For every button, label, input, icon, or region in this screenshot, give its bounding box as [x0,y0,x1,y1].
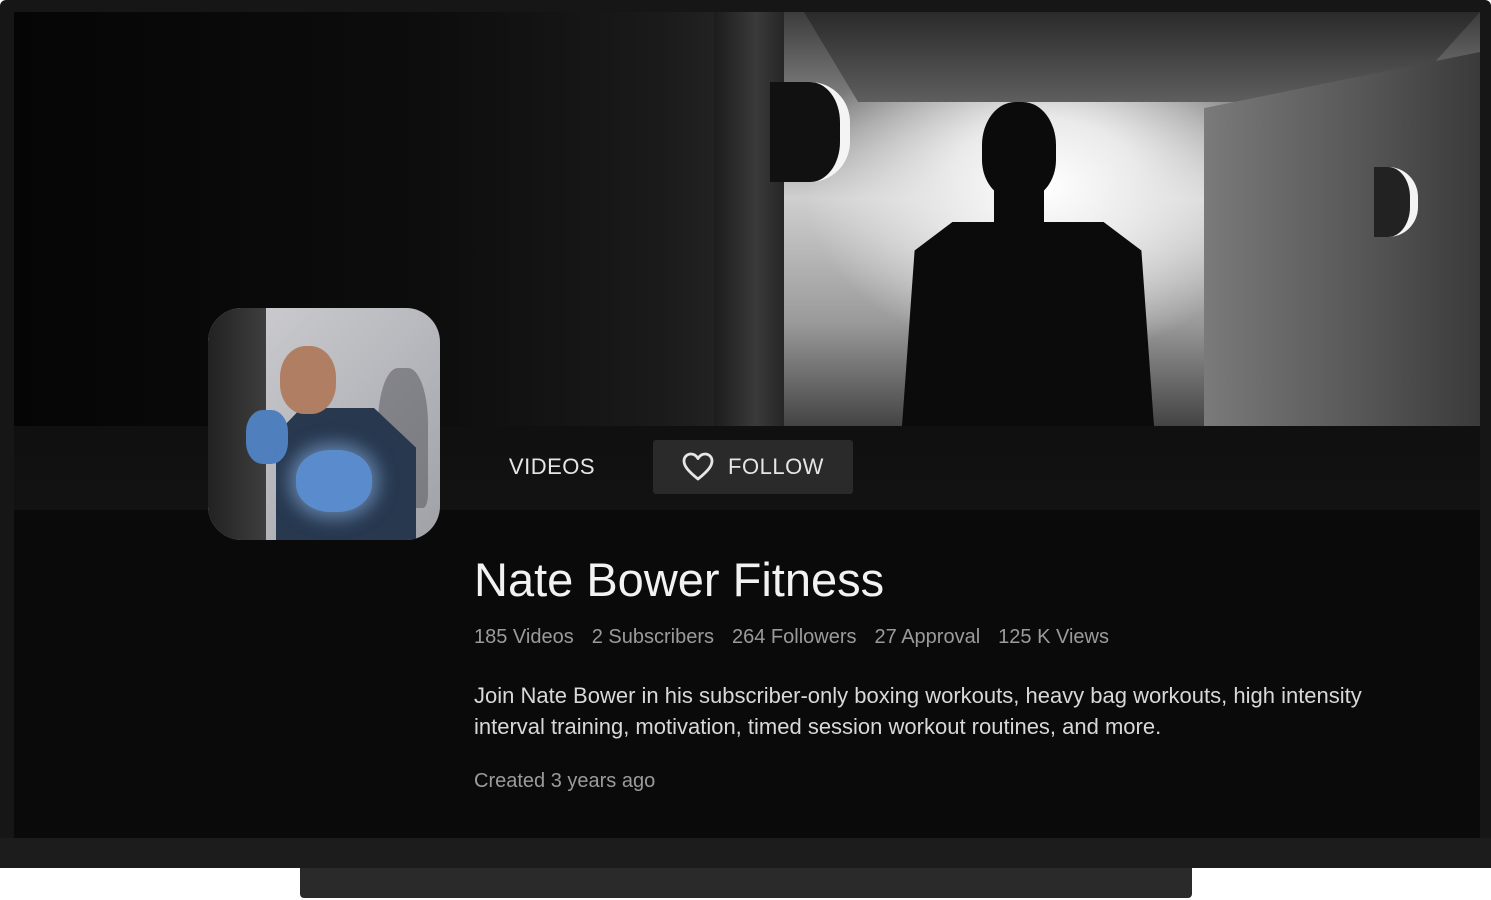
stat-approval: 27 Approval [874,626,981,648]
stat-videos: 185 Videos [474,626,574,648]
follow-button[interactable]: FOLLOW [653,440,853,494]
created-date: Created 3 years ago [474,770,656,792]
channel-stats: 185 Videos 2 Subscribers 264 Followers 2… [474,626,1109,649]
channel-avatar [208,308,440,540]
videos-button[interactable]: VIDEOS [490,440,614,494]
channel-title: Nate Bower Fitness [474,553,885,606]
tv-screen: VIDEOS FOLLOW Nate Bower Fitness 185 Vid… [14,12,1480,838]
heart-icon [682,452,714,482]
follow-button-label: FOLLOW [728,454,824,479]
tv-stand [300,868,1192,898]
stat-subscribers: 2 Subscribers [591,626,714,648]
stat-views: 125 K Views [998,626,1109,648]
channel-description: Join Nate Bower in his subscriber-only b… [474,683,1362,739]
wall-lamp [770,82,850,182]
videos-button-label: VIDEOS [508,454,596,479]
tv-bezel-bottom [0,838,1491,868]
stat-followers: 264 Followers [732,626,857,648]
